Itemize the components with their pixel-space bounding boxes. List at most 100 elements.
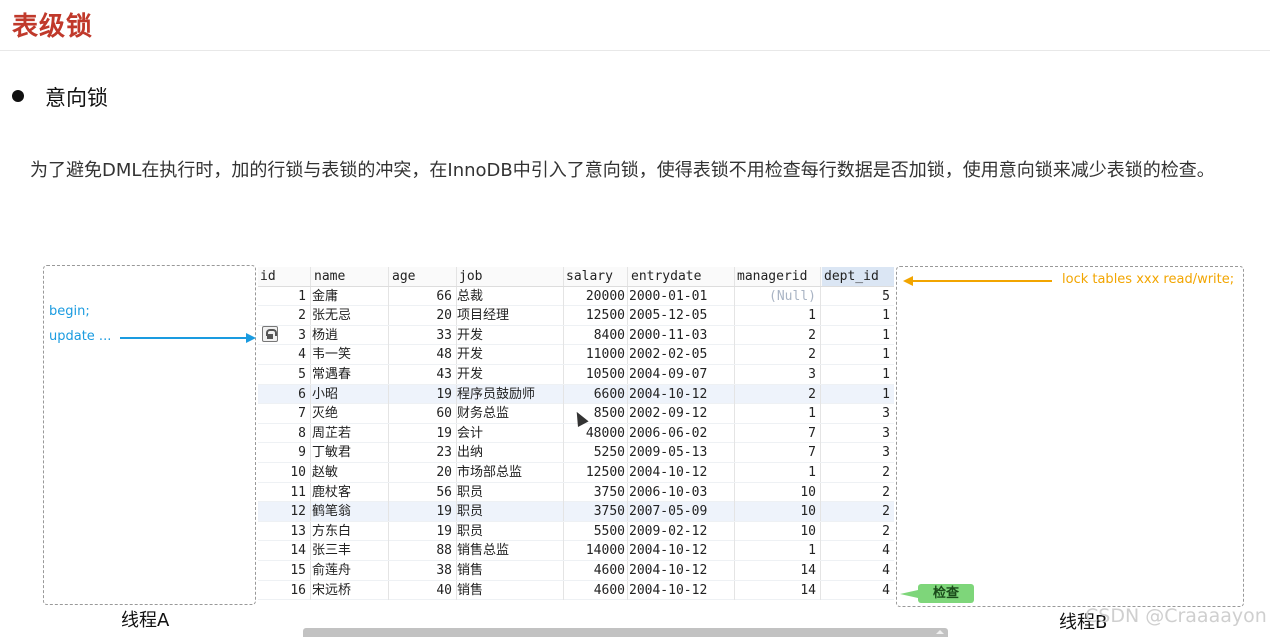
cell-entrydate[interactable]: 2004-10-12 [629, 385, 734, 404]
cell-age[interactable]: 56 [390, 483, 456, 502]
cell-managerid[interactable]: 14 [735, 581, 820, 600]
table-row[interactable]: 8 周芷若 19 会计 48000 2006-06-02 7 3 [258, 423, 894, 444]
cell-entrydate[interactable]: 2004-09-07 [629, 365, 734, 384]
cell-dept_id[interactable]: 1 [822, 365, 894, 384]
column-header-salary[interactable]: salary [564, 267, 627, 286]
table-row[interactable]: 1 金庸 66 总裁 20000 2000-01-01 (Null) 5 [258, 286, 894, 307]
cell-name[interactable]: 鹤笔翁 [312, 502, 388, 521]
cell-dept_id[interactable]: 5 [822, 287, 894, 306]
cell-age[interactable]: 33 [390, 326, 456, 345]
cell-job[interactable]: 总裁 [457, 287, 563, 306]
table-row[interactable]: 3 杨逍 33 开发 8400 2000-11-03 2 1 [258, 325, 894, 346]
cell-salary[interactable]: 6600 [564, 385, 627, 404]
cell-job[interactable]: 财务总监 [457, 404, 563, 423]
cell-job[interactable]: 销售 [457, 581, 563, 600]
cell-age[interactable]: 19 [390, 424, 456, 443]
cell-managerid[interactable]: 14 [735, 561, 820, 580]
table-row[interactable]: 5 常遇春 43 开发 10500 2004-09-07 3 1 [258, 364, 894, 385]
table-row[interactable]: 9 丁敏君 23 出纳 5250 2009-05-13 7 3 [258, 443, 894, 463]
cell-name[interactable]: 丁敏君 [312, 443, 388, 462]
table-row[interactable]: 14 张三丰 88 销售总监 14000 2004-10-12 1 4 [258, 541, 894, 561]
cell-id[interactable]: 2 [258, 306, 310, 325]
cell-job[interactable]: 销售 [457, 561, 563, 580]
cell-dept_id[interactable]: 3 [822, 443, 894, 462]
cell-name[interactable]: 小昭 [312, 385, 388, 404]
cell-entrydate[interactable]: 2007-05-09 [629, 502, 734, 521]
cell-salary[interactable]: 11000 [564, 345, 627, 364]
table-row[interactable]: 16 宋远桥 40 销售 4600 2004-10-12 14 4 [258, 580, 894, 601]
cell-id[interactable]: 9 [258, 443, 310, 462]
cell-age[interactable]: 88 [390, 541, 456, 560]
scroll-up-icon[interactable] [936, 630, 944, 634]
cell-job[interactable]: 开发 [457, 365, 563, 384]
cell-dept_id[interactable]: 4 [822, 541, 894, 560]
column-header-name[interactable]: name [312, 267, 390, 286]
cell-id[interactable]: 15 [258, 561, 310, 580]
cell-dept_id[interactable]: 3 [822, 424, 894, 443]
cell-salary[interactable]: 10500 [564, 365, 627, 384]
cell-job[interactable]: 销售总监 [457, 541, 563, 560]
column-header-id[interactable]: id [258, 267, 310, 286]
table-row[interactable]: 13 方东白 19 职员 5500 2009-02-12 10 2 [258, 521, 894, 542]
cell-job[interactable]: 出纳 [457, 443, 563, 462]
cell-salary[interactable]: 5250 [564, 443, 627, 462]
cell-name[interactable]: 杨逍 [312, 326, 388, 345]
cell-managerid[interactable]: 2 [735, 385, 820, 404]
cell-entrydate[interactable]: 2004-10-12 [629, 581, 734, 600]
cell-entrydate[interactable]: 2004-10-12 [629, 463, 734, 482]
cell-job[interactable]: 项目经理 [457, 306, 563, 325]
cell-managerid[interactable]: 10 [735, 502, 820, 521]
cell-dept_id[interactable]: 2 [822, 502, 894, 521]
cell-id[interactable]: 5 [258, 365, 310, 384]
cell-entrydate[interactable]: 2009-05-13 [629, 443, 734, 462]
cell-salary[interactable]: 12500 [564, 306, 627, 325]
cell-id[interactable]: 1 [258, 287, 310, 306]
cell-job[interactable]: 开发 [457, 345, 563, 364]
cell-entrydate[interactable]: 2000-01-01 [629, 287, 734, 306]
cell-age[interactable]: 23 [390, 443, 456, 462]
cell-job[interactable]: 程序员鼓励师 [457, 385, 563, 404]
cell-age[interactable]: 19 [390, 522, 456, 541]
cell-id[interactable]: 4 [258, 345, 310, 364]
cell-managerid[interactable]: 7 [735, 424, 820, 443]
cell-id[interactable]: 7 [258, 404, 310, 423]
cell-dept_id[interactable]: 4 [822, 581, 894, 600]
cell-managerid[interactable]: 10 [735, 483, 820, 502]
cell-entrydate[interactable]: 2004-10-12 [629, 541, 734, 560]
cell-name[interactable]: 方东白 [312, 522, 388, 541]
cell-job[interactable]: 职员 [457, 483, 563, 502]
cell-id[interactable]: 8 [258, 424, 310, 443]
cell-dept_id[interactable]: 2 [822, 522, 894, 541]
cell-id[interactable]: 13 [258, 522, 310, 541]
cell-salary[interactable]: 3750 [564, 502, 627, 521]
cell-name[interactable]: 张三丰 [312, 541, 388, 560]
table-row[interactable]: 2 张无忌 20 项目经理 12500 2005-12-05 1 1 [258, 306, 894, 326]
cell-dept_id[interactable]: 4 [822, 561, 894, 580]
cell-dept_id[interactable]: 2 [822, 463, 894, 482]
cell-job[interactable]: 职员 [457, 502, 563, 521]
cell-dept_id[interactable]: 2 [822, 483, 894, 502]
cell-managerid[interactable]: 10 [735, 522, 820, 541]
cell-managerid[interactable]: 2 [735, 345, 820, 364]
cell-id[interactable]: 12 [258, 502, 310, 521]
cell-age[interactable]: 20 [390, 306, 456, 325]
column-header-dept_id[interactable]: dept_id [822, 267, 894, 286]
cell-salary[interactable]: 12500 [564, 463, 627, 482]
cell-age[interactable]: 20 [390, 463, 456, 482]
cell-entrydate[interactable]: 2006-06-02 [629, 424, 734, 443]
cell-managerid[interactable]: 2 [735, 326, 820, 345]
cell-age[interactable]: 48 [390, 345, 456, 364]
cell-name[interactable]: 俞莲舟 [312, 561, 388, 580]
cell-job[interactable]: 开发 [457, 326, 563, 345]
column-header-managerid[interactable]: managerid [735, 267, 820, 286]
column-header-age[interactable]: age [390, 267, 456, 286]
table-row[interactable]: 6 小昭 19 程序员鼓励师 6600 2004-10-12 2 1 [258, 384, 894, 405]
cell-id[interactable]: 6 [258, 385, 310, 404]
cell-age[interactable]: 60 [390, 404, 456, 423]
cell-salary[interactable]: 20000 [564, 287, 627, 306]
cell-id[interactable]: 16 [258, 581, 310, 600]
cell-entrydate[interactable]: 2002-09-12 [629, 404, 734, 423]
cell-age[interactable]: 19 [390, 385, 456, 404]
cell-managerid[interactable]: 1 [735, 541, 820, 560]
cell-managerid[interactable]: 1 [735, 463, 820, 482]
